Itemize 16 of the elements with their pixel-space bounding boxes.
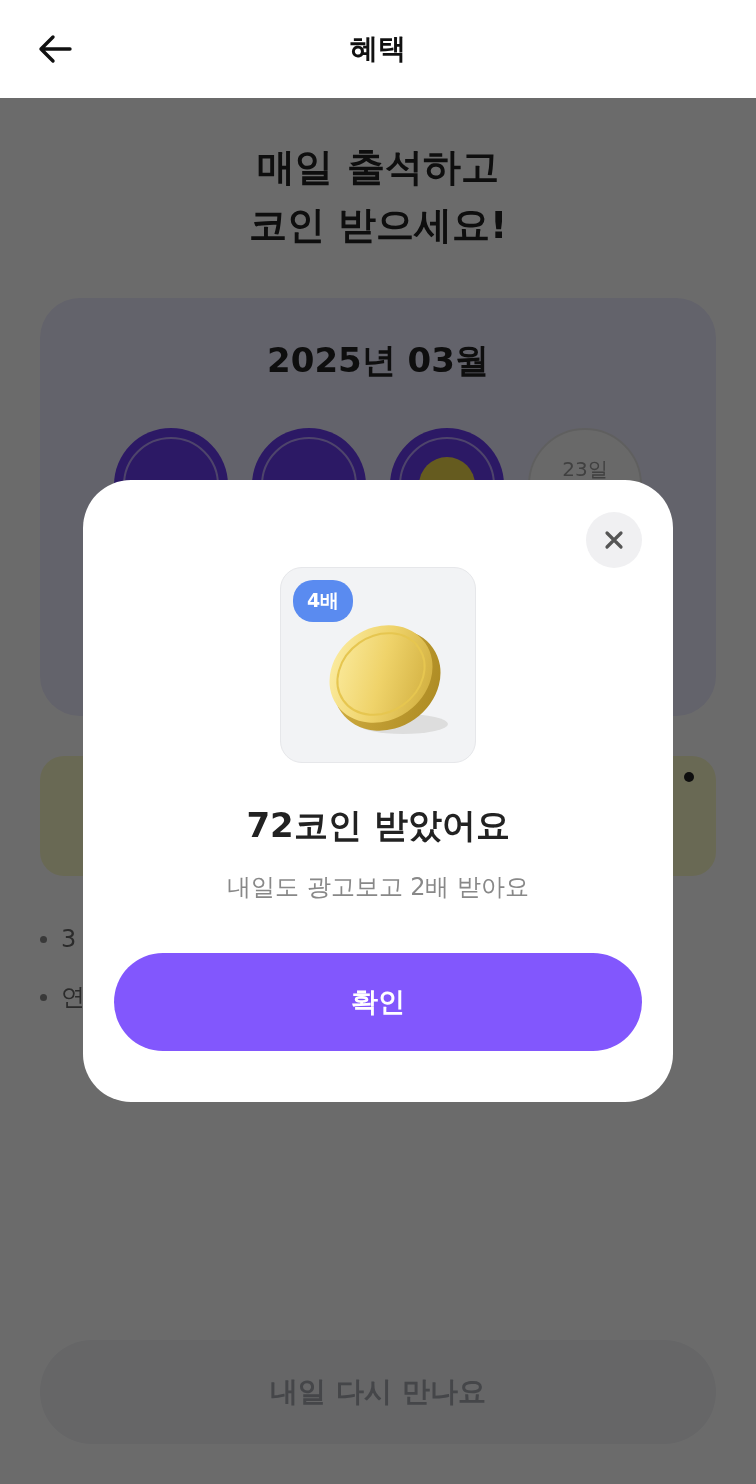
note-text: 3 [61,925,77,953]
multiplier-badge: 4배 [293,580,354,622]
close-icon [604,530,624,550]
dialog-subtitle: 내일도 광고보고 2배 받아요 [226,872,530,903]
close-button[interactable] [586,512,642,568]
confirm-button[interactable]: 확인 [114,953,642,1051]
bullet-icon [40,993,47,1001]
bullet-icon [40,935,47,943]
headline: 매일 출석하고 [256,144,500,191]
dot-icon [684,772,694,782]
dialog-title: 72코인 받았어요 [246,804,510,847]
note-text: 연 [61,982,85,1013]
month-label: 2025년 03월 [267,339,489,382]
back-arrow-icon[interactable] [38,34,72,64]
page-title: 혜택 [350,31,406,67]
headline: 코인 받으세요! [247,202,509,249]
